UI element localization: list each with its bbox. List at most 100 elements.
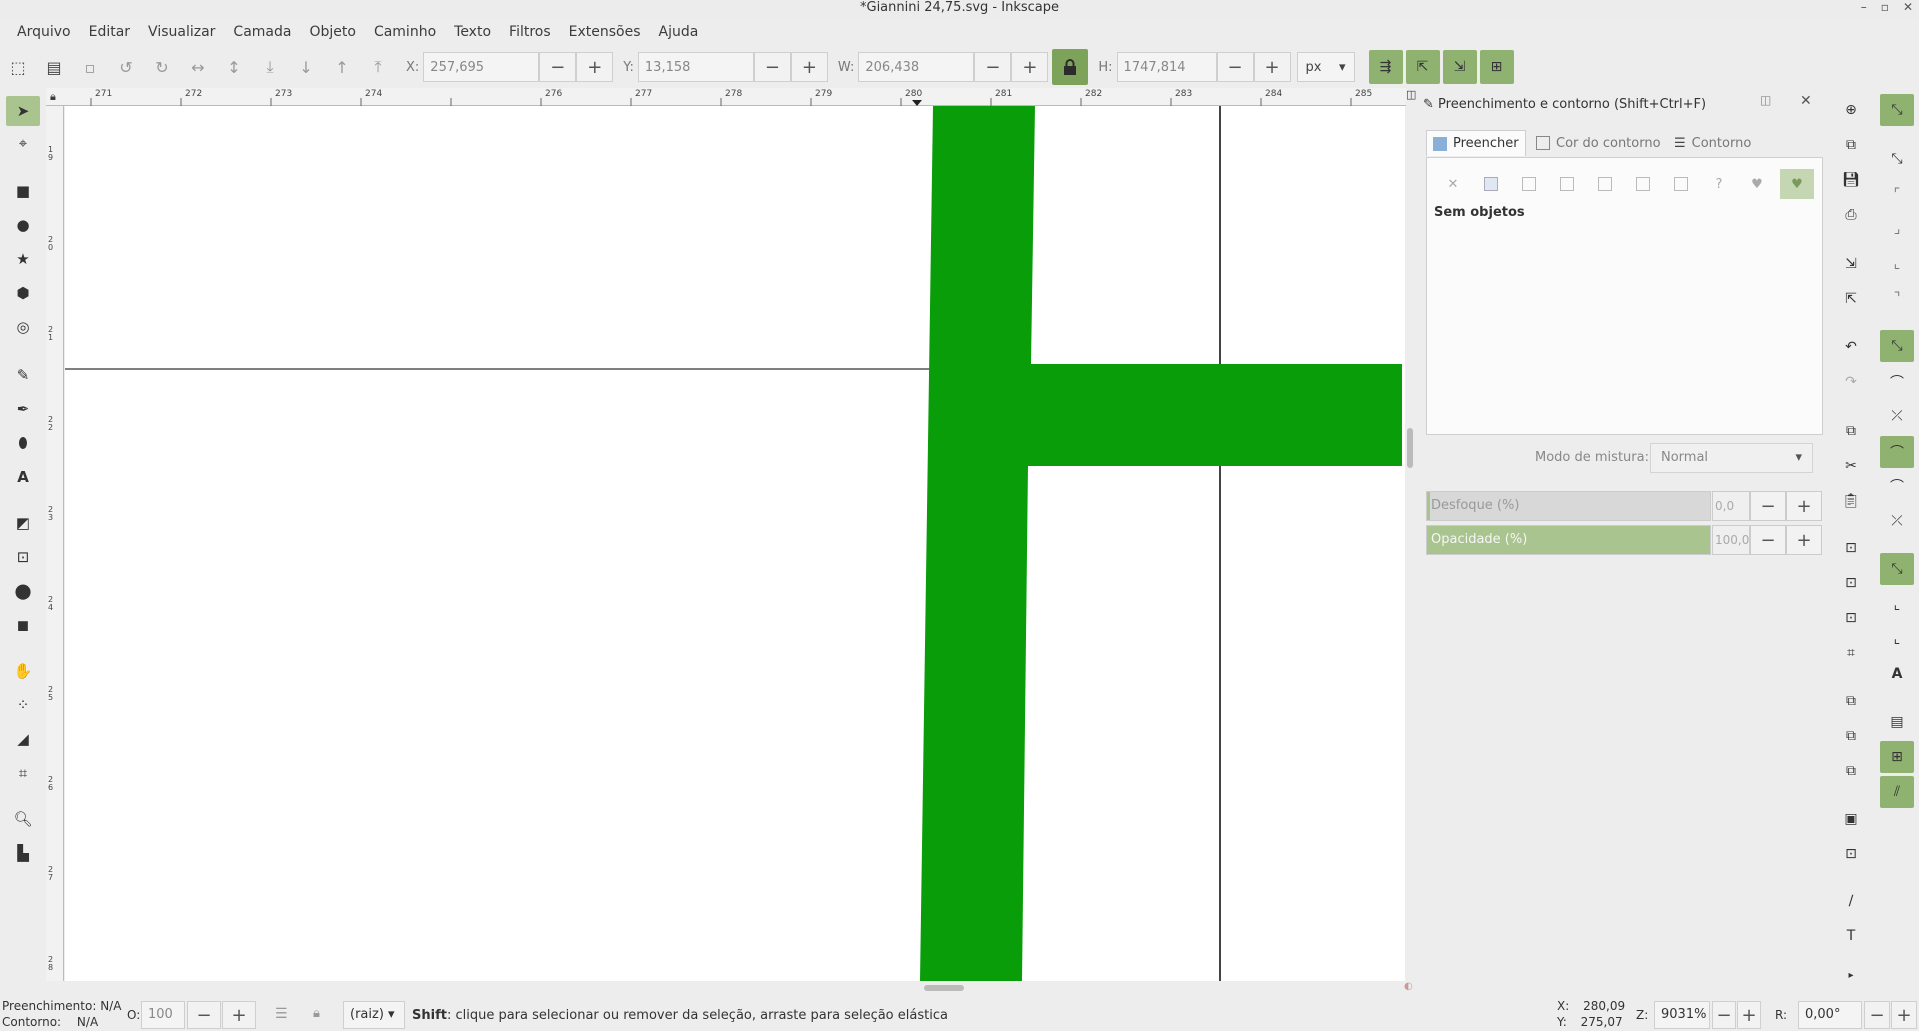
snap-grids-icon[interactable]: ⊞ bbox=[1880, 741, 1914, 773]
rotate-ccw-icon[interactable]: ↺ bbox=[114, 55, 138, 79]
layer-select[interactable]: (raiz) ▾ bbox=[343, 1001, 405, 1029]
duplicate-icon[interactable]: ⧉ bbox=[1838, 688, 1864, 714]
transform-gradients-icon[interactable]: ⇲ bbox=[1442, 50, 1477, 84]
snap-text-baseline-icon[interactable]: A bbox=[1880, 658, 1914, 690]
menu-editar[interactable]: Editar bbox=[80, 18, 139, 46]
zoom-drawing-icon[interactable]: ⊡ bbox=[1838, 570, 1864, 596]
dropper-tool-icon[interactable]: ⬤ bbox=[10, 578, 36, 604]
unit-select[interactable]: px ▾ bbox=[1296, 52, 1355, 82]
select-all-layers-icon[interactable]: ▤ bbox=[42, 55, 66, 79]
radial-gradient-icon[interactable] bbox=[1554, 172, 1580, 196]
ungroup-icon[interactable]: ⊡ bbox=[1838, 841, 1864, 867]
toggle-panel-icon[interactable]: ◫ bbox=[1406, 88, 1420, 106]
horizontal-scrollbar[interactable] bbox=[924, 985, 964, 991]
zoom-page-icon[interactable]: ⊡ bbox=[1838, 605, 1864, 631]
zoom-out-button[interactable]: − bbox=[1712, 1001, 1736, 1029]
save-icon[interactable]: 💾︎ bbox=[1838, 167, 1864, 193]
snap-object-centers-icon[interactable]: ⌞ bbox=[1880, 589, 1914, 621]
rectangle-tool-icon[interactable]: ■ bbox=[10, 178, 36, 204]
menu-visualizar[interactable]: Visualizar bbox=[139, 18, 224, 46]
vertical-scrollbar[interactable] bbox=[1407, 428, 1413, 468]
flip-horizontal-icon[interactable]: ↔ bbox=[186, 55, 210, 79]
cut-icon[interactable]: ✂ bbox=[1838, 453, 1864, 479]
snap-nodes-icon[interactable]: ⤡ bbox=[1880, 330, 1914, 362]
opacity-slider[interactable]: Opacidade (%) bbox=[1426, 525, 1711, 555]
snap-rotation-centers-icon[interactable]: ⌞ bbox=[1880, 623, 1914, 655]
fill-rule-nonzero-icon[interactable]: ♥ bbox=[1780, 169, 1814, 199]
flat-color-icon[interactable] bbox=[1478, 172, 1504, 196]
node-tool-icon[interactable]: ⌖ bbox=[10, 130, 36, 156]
pencil-tool-icon[interactable]: ✎ bbox=[10, 362, 36, 388]
y-input[interactable] bbox=[637, 52, 754, 82]
tab-stroke-style[interactable]: ☰ Contorno bbox=[1668, 130, 1757, 156]
open-document-icon[interactable]: ⧉ bbox=[1838, 132, 1864, 158]
new-document-icon[interactable]: ⊕ bbox=[1838, 97, 1864, 123]
eraser-tool-icon[interactable]: ◢ bbox=[10, 726, 36, 752]
transform-patterns-icon[interactable]: ⊞ bbox=[1479, 50, 1514, 84]
y-decrement-button[interactable]: − bbox=[753, 52, 791, 82]
mesh-tool-icon[interactable]: ⊡ bbox=[10, 544, 36, 570]
w-input[interactable] bbox=[858, 52, 975, 82]
group-icon[interactable]: ▣ bbox=[1838, 806, 1864, 832]
blend-mode-select[interactable]: Normal ▾ bbox=[1650, 443, 1813, 473]
blur-increment-button[interactable]: + bbox=[1786, 491, 1822, 521]
snap-page-border-icon[interactable]: ▤ bbox=[1880, 706, 1914, 738]
flip-vertical-icon[interactable]: ↕ bbox=[222, 55, 246, 79]
text-font-dialog-icon[interactable]: T bbox=[1838, 923, 1864, 949]
snap-bbox-icon[interactable]: ⤡ bbox=[1880, 143, 1914, 175]
opacity-decrement-button[interactable]: − bbox=[1750, 525, 1786, 555]
mesh-gradient-icon[interactable] bbox=[1592, 172, 1618, 196]
import-icon[interactable]: ⇲ bbox=[1838, 251, 1864, 277]
pen-tool-icon[interactable]: ✒ bbox=[10, 396, 36, 422]
deselect-icon[interactable]: ▫ bbox=[78, 55, 102, 79]
snap-cusp-nodes-icon[interactable]: ⌒ bbox=[1880, 436, 1914, 468]
lock-layer-icon[interactable]: 🔒︎ bbox=[313, 1006, 320, 1021]
w-increment-button[interactable]: + bbox=[1011, 52, 1049, 82]
clone-icon[interactable]: ⧉ bbox=[1838, 723, 1864, 749]
blur-value[interactable]: 0,0 bbox=[1712, 491, 1750, 521]
drawing-canvas[interactable] bbox=[65, 106, 1405, 981]
x-increment-button[interactable]: + bbox=[576, 52, 614, 82]
measure-tool-icon[interactable]: ▙ bbox=[10, 840, 36, 866]
menu-ajuda[interactable]: Ajuda bbox=[650, 18, 708, 46]
menu-caminho[interactable]: Caminho bbox=[365, 18, 445, 46]
zoom-tool-icon[interactable]: 🔍︎ bbox=[10, 806, 36, 832]
opacity-status-increment[interactable]: + bbox=[222, 1001, 256, 1029]
snap-paths-icon[interactable]: ⌒ bbox=[1880, 366, 1914, 398]
opacity-status-decrement[interactable]: − bbox=[187, 1001, 221, 1029]
tab-fill[interactable]: Preencher bbox=[1426, 130, 1526, 156]
color-managed-icon[interactable]: ◐ bbox=[1404, 981, 1418, 995]
snap-bbox-edges-icon[interactable]: ⌜ bbox=[1880, 178, 1914, 210]
menu-extensoes[interactable]: Extensões bbox=[560, 18, 650, 46]
opacity-value[interactable]: 100,0 bbox=[1712, 525, 1750, 555]
copy-icon[interactable]: ⧉ bbox=[1838, 418, 1864, 444]
snap-bbox-corners-icon[interactable]: ⌟ bbox=[1880, 213, 1914, 245]
print-icon[interactable]: ⎙ bbox=[1838, 202, 1864, 228]
zoom-selection-icon[interactable]: ⊡ bbox=[1838, 535, 1864, 561]
text-tool-icon[interactable]: A bbox=[10, 464, 36, 490]
close-panel-icon[interactable]: ✕ bbox=[1800, 93, 1812, 109]
undo-icon[interactable]: ↶ bbox=[1838, 334, 1864, 360]
swatch-icon[interactable] bbox=[1668, 172, 1694, 196]
rotate-cw-icon[interactable]: ↻ bbox=[150, 55, 174, 79]
menu-texto[interactable]: Texto bbox=[445, 18, 500, 46]
unlink-clone-icon[interactable]: ⧉ bbox=[1838, 758, 1864, 784]
toggle-layer-visibility-icon[interactable]: ☰ bbox=[275, 1006, 288, 1022]
pattern-icon[interactable] bbox=[1630, 172, 1656, 196]
snap-others-icon[interactable]: ⤡ bbox=[1880, 553, 1914, 585]
more-commands-icon[interactable]: ▸ bbox=[1838, 962, 1864, 988]
raise-icon[interactable]: ↑ bbox=[330, 55, 354, 79]
blur-slider[interactable]: Desfoque (%) bbox=[1426, 491, 1711, 521]
w-decrement-button[interactable]: − bbox=[974, 52, 1012, 82]
calligraphy-tool-icon[interactable]: ⬮ bbox=[10, 430, 36, 456]
ellipse-tool-icon[interactable]: ● bbox=[10, 212, 36, 238]
menu-arquivo[interactable]: Arquivo bbox=[8, 18, 80, 46]
rotate-ccw-button[interactable]: − bbox=[1864, 1001, 1890, 1029]
lock-ratio-icon[interactable] bbox=[1052, 49, 1089, 85]
zoom-in-button[interactable]: + bbox=[1737, 1001, 1761, 1029]
export-icon[interactable]: ⇱ bbox=[1838, 286, 1864, 312]
snap-intersections-icon[interactable]: ⤫ bbox=[1880, 400, 1914, 432]
snap-smooth-nodes-icon[interactable]: ⌒ bbox=[1880, 470, 1914, 502]
h-increment-button[interactable]: + bbox=[1253, 52, 1291, 82]
paint-bucket-tool-icon[interactable]: ◼ bbox=[10, 612, 36, 638]
